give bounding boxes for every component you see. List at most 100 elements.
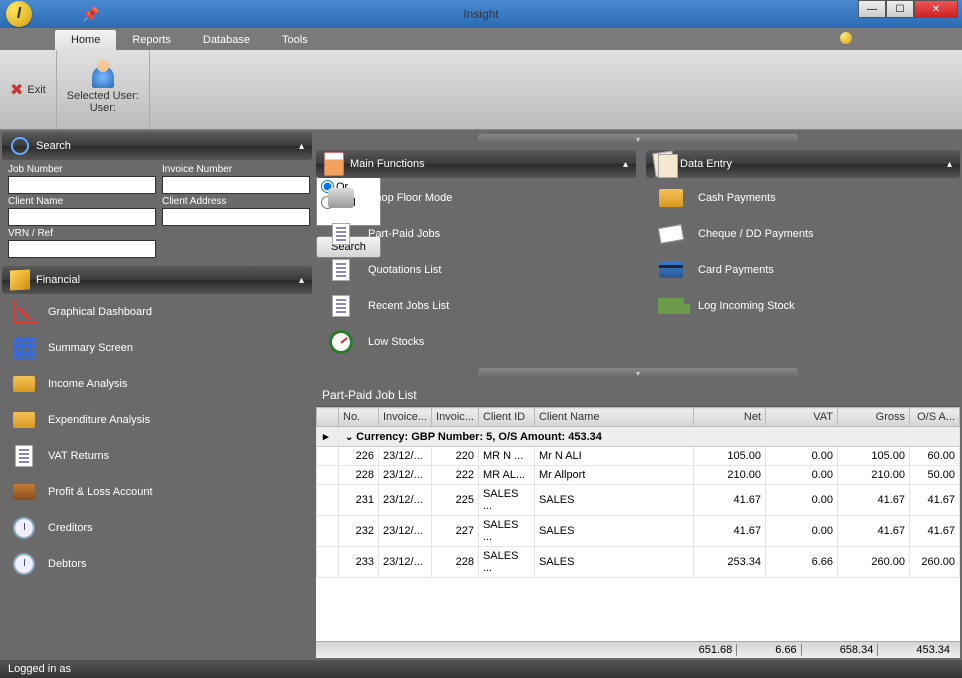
folder-icon <box>12 408 36 432</box>
client-address-input[interactable] <box>162 208 310 226</box>
window-title: Insight <box>463 7 498 21</box>
splitter-mid[interactable]: ▾ <box>478 368 798 378</box>
financial-item-summary[interactable]: Summary Screen <box>2 330 312 366</box>
selected-user-dropdown[interactable]: Selected User: User: <box>57 50 150 129</box>
client-address-label: Client Address <box>162 196 310 207</box>
minimize-button[interactable]: — <box>858 0 886 18</box>
part-paid-table: No. Invoice... Invoic... Client ID Clien… <box>316 407 960 578</box>
table-row[interactable]: 23323/12/...228SALES ...SALES253.346.662… <box>317 547 960 578</box>
maximize-button[interactable]: ☐ <box>886 0 914 18</box>
financial-item-income[interactable]: Income Analysis <box>2 366 312 402</box>
status-bar: Logged in as <box>0 660 962 678</box>
status-text: Logged in as <box>8 663 71 675</box>
financial-item-expenditure[interactable]: Expenditure Analysis <box>2 402 312 438</box>
chevron-up-icon: ▴ <box>623 159 628 170</box>
close-button[interactable]: ✕ <box>914 0 958 18</box>
table-row[interactable]: 23123/12/...225SALES ...SALES41.670.0041… <box>317 485 960 516</box>
ledger-icon <box>12 480 36 504</box>
col-expand[interactable] <box>317 408 339 427</box>
de-cheque-payments[interactable]: Cheque / DD Payments <box>646 216 960 252</box>
main-functions-header[interactable]: Main Functions ▴ <box>316 150 636 178</box>
func-shop-floor[interactable]: Shop Floor Mode <box>316 180 636 216</box>
de-card-payments[interactable]: Card Payments <box>646 252 960 288</box>
table-body: ▸⌄ Currency: GBP Number: 5, O/S Amount: … <box>317 427 960 578</box>
financial-list: Graphical Dashboard Summary Screen Incom… <box>2 294 312 582</box>
data-entry-panel: Data Entry ▴ Cash Payments Cheque / DD P… <box>646 150 960 362</box>
financial-panel-header[interactable]: Financial ▴ <box>2 266 312 294</box>
financial-item-creditors[interactable]: Creditors <box>2 510 312 546</box>
document-icon <box>12 444 36 468</box>
document-icon <box>328 293 354 319</box>
splitter-top[interactable]: ▾ <box>478 134 798 144</box>
invoice-number-label: Invoice Number <box>162 164 310 175</box>
till-icon <box>328 185 354 211</box>
window-controls: — ☐ ✕ <box>858 0 958 18</box>
job-number-input[interactable] <box>8 176 156 194</box>
de-log-stock[interactable]: Log Incoming Stock <box>646 288 960 324</box>
func-quotations[interactable]: Quotations List <box>316 252 636 288</box>
col-gross[interactable]: Gross <box>838 408 910 427</box>
footer-gross: 658.34 <box>840 644 879 656</box>
footer-net: 651.68 <box>699 644 738 656</box>
main-functions-label: Main Functions <box>350 158 425 170</box>
invoice-number-input[interactable] <box>162 176 310 194</box>
col-invoice-no[interactable]: Invoic... <box>432 408 479 427</box>
search-header-label: Search <box>36 140 71 152</box>
financial-item-debtors[interactable]: Debtors <box>2 546 312 582</box>
part-paid-table-panel: Part-Paid Job List No. Invoice... Invoic… <box>316 384 960 658</box>
top-panels-row: Main Functions ▴ Shop Floor Mode Part-Pa… <box>316 150 960 362</box>
vrn-ref-label: VRN / Ref <box>8 228 156 239</box>
financial-item-vat[interactable]: VAT Returns <box>2 438 312 474</box>
col-os[interactable]: O/S A... <box>910 408 960 427</box>
data-entry-header[interactable]: Data Entry ▴ <box>646 150 960 178</box>
client-name-input[interactable] <box>8 208 156 226</box>
func-recent-jobs[interactable]: Recent Jobs List <box>316 288 636 324</box>
truck-icon <box>658 293 684 319</box>
cash-icon <box>658 185 684 211</box>
notification-dot-icon[interactable] <box>840 32 852 44</box>
financial-item-dashboard[interactable]: Graphical Dashboard <box>2 294 312 330</box>
table-group-row[interactable]: ▸⌄ Currency: GBP Number: 5, O/S Amount: … <box>317 427 960 447</box>
col-no[interactable]: No. <box>339 408 379 427</box>
ribbon: ✖ Exit Selected User: User: <box>0 50 962 130</box>
cheque-icon <box>658 221 684 247</box>
clock-icon <box>12 516 36 540</box>
tab-reports[interactable]: Reports <box>116 30 187 50</box>
table-row[interactable]: 22623/12/...220MR N ...Mr N ALI105.000.0… <box>317 447 960 466</box>
func-part-paid[interactable]: Part-Paid Jobs <box>316 216 636 252</box>
job-number-label: Job Number <box>8 164 156 175</box>
app-orb-icon[interactable]: I <box>6 1 32 27</box>
chevron-up-icon: ▴ <box>299 141 304 152</box>
exit-label: Exit <box>27 84 45 96</box>
financial-header-label: Financial <box>36 274 80 286</box>
table-grid[interactable]: No. Invoice... Invoic... Client ID Clien… <box>316 407 960 641</box>
stack-icon <box>654 154 674 174</box>
search-panel: Search ▴ Job Number Invoice Number Or An… <box>2 132 312 262</box>
vrn-ref-input[interactable] <box>8 240 156 258</box>
table-row[interactable]: 22823/12/...222MR AL...Mr Allport210.000… <box>317 466 960 485</box>
exit-button[interactable]: ✖ Exit <box>0 50 57 129</box>
func-low-stocks[interactable]: Low Stocks <box>316 324 636 360</box>
document-icon <box>328 257 354 283</box>
col-vat[interactable]: VAT <box>766 408 838 427</box>
group-label: Currency: GBP Number: 5, O/S Amount: 453… <box>356 431 602 443</box>
tab-home[interactable]: Home <box>55 30 116 50</box>
tab-database[interactable]: Database <box>187 30 266 50</box>
financial-icon <box>10 270 30 290</box>
card-icon <box>658 257 684 283</box>
data-entry-list: Cash Payments Cheque / DD Payments Card … <box>646 178 960 326</box>
search-panel-header[interactable]: Search ▴ <box>2 132 312 160</box>
de-cash-payments[interactable]: Cash Payments <box>646 180 960 216</box>
chart-icon <box>12 300 36 324</box>
col-client-id[interactable]: Client ID <box>478 408 534 427</box>
search-body: Job Number Invoice Number Or And Client … <box>2 160 312 262</box>
group-expand-icon[interactable]: ▸ <box>317 427 339 447</box>
table-row[interactable]: 23223/12/...227SALES ...SALES41.670.0041… <box>317 516 960 547</box>
col-net[interactable]: Net <box>694 408 766 427</box>
tab-tools[interactable]: Tools <box>266 30 324 50</box>
pin-icon[interactable]: 📌 <box>82 6 99 23</box>
col-invoice-date[interactable]: Invoice... <box>379 408 432 427</box>
financial-item-profitloss[interactable]: Profit & Loss Account <box>2 474 312 510</box>
col-client-name[interactable]: Client Name <box>534 408 693 427</box>
gauge-icon <box>328 329 354 355</box>
